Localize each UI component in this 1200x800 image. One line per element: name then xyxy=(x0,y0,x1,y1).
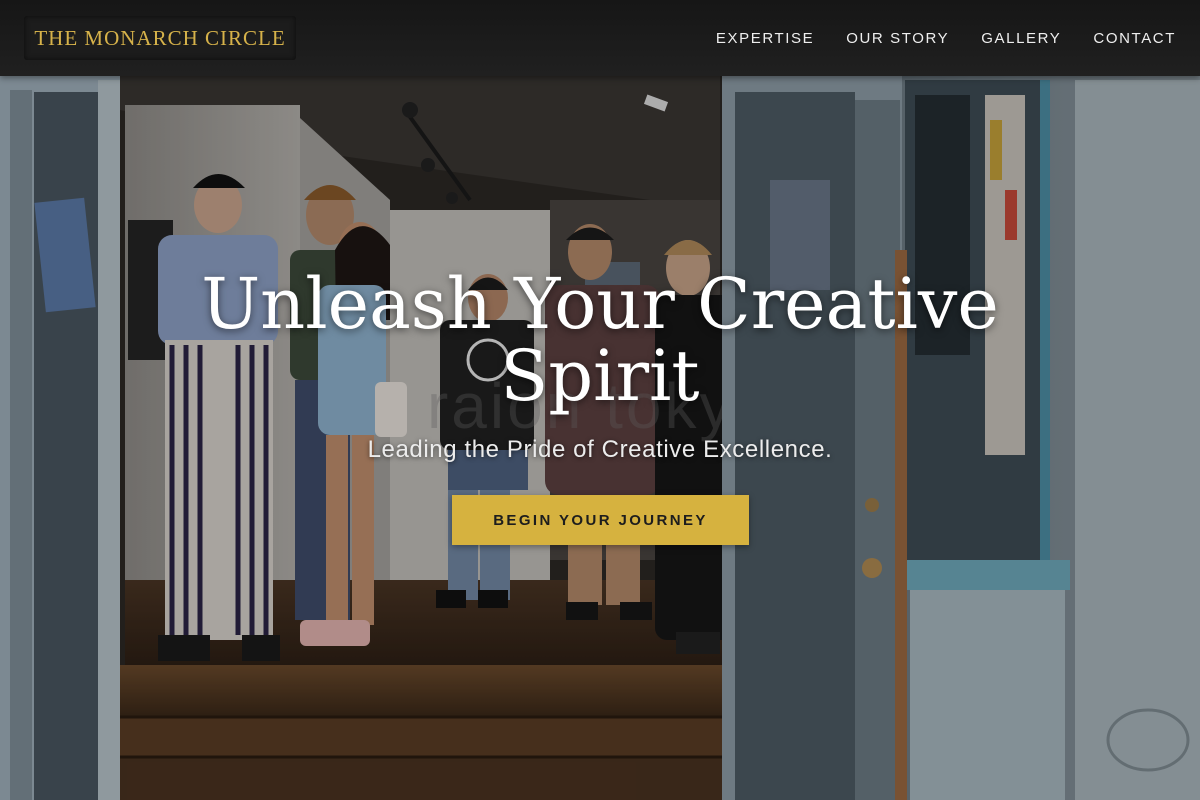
hero-subtitle: Leading the Pride of Creative Excellence… xyxy=(367,436,833,463)
nav-link-our-story[interactable]: OUR STORY xyxy=(846,30,949,47)
hero-section: Unleash Your Creative Spirit Leading the… xyxy=(0,0,1200,800)
hero-title: Unleash Your Creative Spirit xyxy=(200,268,1000,412)
begin-journey-button[interactable]: BEGIN YOUR JOURNEY xyxy=(452,495,749,545)
nav-link-gallery[interactable]: GALLERY xyxy=(981,30,1061,47)
primary-nav: EXPERTISE OUR STORY GALLERY CONTACT xyxy=(716,0,1176,76)
nav-link-expertise[interactable]: EXPERTISE xyxy=(716,30,814,47)
nav-link-contact[interactable]: CONTACT xyxy=(1093,30,1176,47)
hero-title-line-1: Unleash Your Creative xyxy=(201,263,999,345)
hero-title-line-2: Spirit xyxy=(500,335,700,417)
top-navbar: THE MONARCH CIRCLE EXPERTISE OUR STORY G… xyxy=(0,0,1200,76)
brand-logo-link[interactable]: THE MONARCH CIRCLE xyxy=(24,16,296,60)
